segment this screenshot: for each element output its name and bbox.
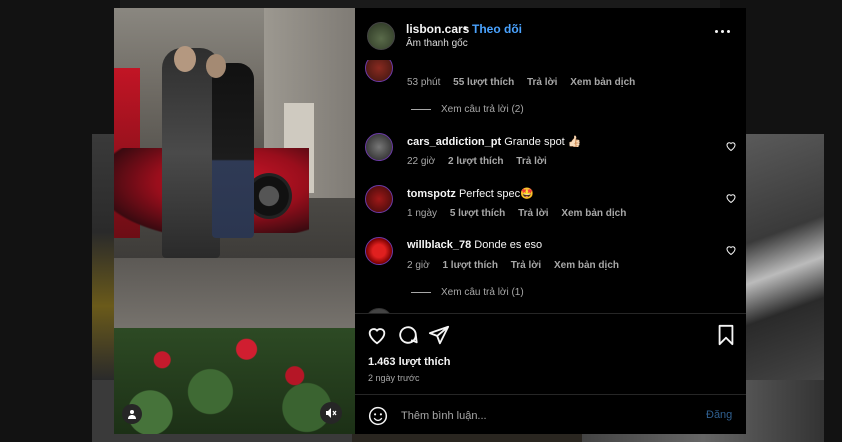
comment-username[interactable]: tomspotz [407,188,456,200]
follow-button[interactable]: Theo dõi [472,22,522,36]
heart-icon[interactable] [725,192,737,204]
mute-icon [326,408,337,418]
view-replies-button[interactable]: Xem câu trả lời (2) [411,104,524,115]
heart-icon[interactable] [366,324,388,346]
comment-avatar[interactable] [365,60,393,82]
more-icon [721,29,724,33]
view-replies-button[interactable]: Xem câu trả lời (1) [411,287,524,298]
author-avatar[interactable] [367,22,395,50]
user-icon [128,410,136,419]
post-time: 2 ngày trước [368,373,420,383]
translate-button[interactable]: Xem bản dịch [561,208,626,219]
comment-likes[interactable]: 2 lượt thích [448,156,503,167]
comment-username[interactable]: cars_addiction_pt [407,136,501,148]
mute-button[interactable] [320,402,342,424]
share-icon[interactable] [428,324,450,346]
video-scene [114,258,355,338]
comment-icon[interactable] [397,324,419,346]
more-options-button[interactable] [715,26,733,36]
bookmark-icon[interactable] [715,324,737,346]
video-scene [114,328,355,434]
comment-meta: 2 giờ 1 lượt thích Trả lời Xem bản dịch [407,260,629,271]
reply-button[interactable]: Trả lời [518,208,548,219]
comment-text: Donde es eso [474,239,543,251]
comment-avatar[interactable] [365,185,393,213]
more-icon [727,29,730,33]
comment-likes[interactable]: 5 lượt thích [450,208,505,219]
author-username[interactable]: lisbon.cars [406,22,469,36]
post-video[interactable] [114,8,355,434]
divider [355,313,746,314]
comment-text: Grande spot 👍🏻 [504,136,582,148]
comment-text: Perfect spec🤩 [458,188,534,200]
tagged-users-button[interactable] [122,404,142,424]
reply-button[interactable]: Trả lời [511,260,541,271]
reply-button[interactable]: Trả lời [527,77,557,88]
video-scene [212,63,254,238]
comment-meta: 53 phút 55 lượt thích Trả lời Xem bản dị… [407,77,645,88]
post-header: lisbon.cars • Theo dõi Âm thanh gốc [355,8,746,60]
comment-username[interactable]: willblack_78 [407,239,471,251]
more-icon [715,29,718,33]
comment-body: tomspotz Perfect spec🤩 [407,187,534,200]
post-panel: lisbon.cars • Theo dõi Âm thanh gốc 53 p… [355,8,746,434]
emoji-icon[interactable] [368,406,388,426]
video-scene [174,46,196,72]
audio-label[interactable]: Âm thanh gốc [406,38,468,49]
comment-time: 1 ngày [407,208,438,219]
post-actions [355,318,746,348]
likes-count[interactable]: 1.463 lượt thích [368,356,450,368]
comments-list[interactable]: 53 phút 55 lượt thích Trả lời Xem bản dị… [355,60,746,313]
feed-tile [120,0,720,8]
comment-meta: 22 giờ 2 lượt thích Trả lời [407,156,557,167]
translate-button[interactable]: Xem bản dịch [570,77,635,88]
comment-body: willblack_78 Donde es eso [407,239,542,251]
video-scene [206,54,226,78]
comment-input[interactable] [399,406,693,426]
heart-icon[interactable] [725,140,737,152]
comment-likes[interactable]: 55 lượt thích [453,77,514,88]
comment-meta: 1 ngày 5 lượt thích Trả lời Xem bản dịch [407,208,636,219]
comment-likes[interactable]: 1 lượt thích [442,260,497,271]
comment-avatar[interactable] [365,237,393,265]
separator-dot: • [463,21,468,35]
translate-button[interactable]: Xem bản dịch [554,260,619,271]
heart-icon[interactable] [725,244,737,256]
reply-button[interactable]: Trả lời [516,156,546,167]
comment-body: cars_addiction_pt Grande spot 👍🏻 [407,135,582,148]
feed-tile [746,134,824,380]
divider [355,394,746,395]
comment-time: 53 phút [407,77,441,88]
feed-tile [92,134,114,380]
comment-time: 2 giờ [407,260,430,271]
comment-avatar[interactable] [365,133,393,161]
post-comment-button[interactable]: Đăng [706,409,732,421]
comment-time: 22 giờ [407,156,436,167]
